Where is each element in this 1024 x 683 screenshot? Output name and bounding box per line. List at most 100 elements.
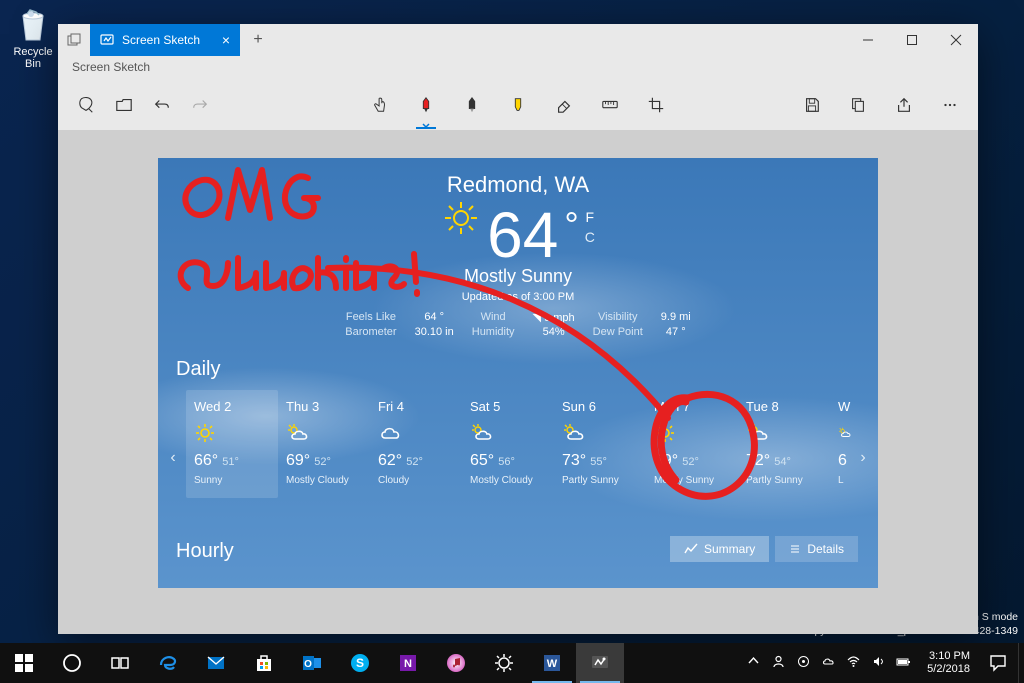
daily-card[interactable]: Tue 872°54°Partly Sunny	[738, 390, 830, 498]
day-desc: Mostly Cloudy	[470, 474, 546, 488]
day-desc: Partly Sunny	[562, 474, 638, 488]
canvas-area[interactable]: Redmond, WA 64° FC Mostly Sunny Updated …	[58, 130, 978, 634]
itunes-taskbar-icon[interactable]	[432, 643, 480, 683]
app-tab-label: Screen Sketch	[122, 33, 200, 47]
day-temps: 69°52°	[654, 450, 730, 472]
people-icon[interactable]	[771, 654, 786, 672]
wifi-tray-icon[interactable]	[846, 654, 861, 672]
ballpoint-pen-button[interactable]	[408, 87, 444, 123]
day-name: Sat 5	[470, 398, 546, 416]
titlebar: Screen Sketch × +	[58, 24, 978, 56]
svg-text:N: N	[404, 658, 412, 670]
day-temps: 69°52°	[286, 450, 362, 472]
share-button[interactable]	[886, 87, 922, 123]
unit-f[interactable]: F	[585, 208, 595, 228]
new-snip-button[interactable]	[68, 87, 104, 123]
details-toggle[interactable]: Details	[775, 536, 858, 562]
day-name: Fri 4	[378, 398, 454, 416]
recycle-bin[interactable]: Recycle Bin	[8, 4, 58, 70]
day-desc: Mostly Sunny	[654, 474, 730, 488]
more-button[interactable]	[932, 87, 968, 123]
daily-card[interactable]: Sat 565°56°Mostly Cloudy	[462, 390, 554, 498]
day-desc: Partly Sunny	[746, 474, 822, 488]
stats-grid: Feels Like64 ° Wind◥ 9 mph Visibility9.9…	[345, 311, 691, 338]
weather-icon	[562, 422, 638, 444]
day-desc: Cloudy	[378, 474, 454, 488]
recycle-bin-label: Recycle Bin	[8, 46, 58, 70]
weather-icon	[654, 422, 730, 444]
updated-text: Updated as of 3:00 PM	[158, 291, 878, 303]
sun-icon	[441, 198, 481, 238]
screen-sketch-taskbar-icon[interactable]	[576, 643, 624, 683]
copy-button[interactable]	[840, 87, 876, 123]
task-view-button[interactable]	[96, 643, 144, 683]
outlook-taskbar-icon[interactable]: O	[288, 643, 336, 683]
weather-taskbar-icon[interactable]	[480, 643, 528, 683]
undo-button[interactable]	[144, 87, 180, 123]
breadcrumb: Screen Sketch	[58, 56, 978, 80]
location-text: Redmond, WA	[158, 172, 878, 198]
taskbar-clock[interactable]: 3:10 PM 5/2/2018	[919, 650, 978, 675]
open-button[interactable]	[106, 87, 142, 123]
daily-card-partial[interactable]: W6L	[830, 390, 860, 498]
highlighter-button[interactable]	[500, 87, 536, 123]
redo-button[interactable]	[182, 87, 218, 123]
touch-writing-button[interactable]	[362, 87, 398, 123]
eraser-button[interactable]	[546, 87, 582, 123]
onedrive-tray-icon[interactable]	[821, 654, 836, 672]
daily-card[interactable]: Fri 4 62°52° Cloudy	[370, 390, 462, 498]
maximize-button[interactable]	[890, 24, 934, 56]
weather-icon	[470, 422, 546, 444]
skype-taskbar-icon[interactable]: S	[336, 643, 384, 683]
show-desktop-button[interactable]	[1018, 643, 1024, 683]
day-temps: 66°51°	[194, 450, 270, 472]
weather-icon	[746, 422, 822, 444]
condition-text: Mostly Sunny	[158, 266, 878, 287]
sets-shell-icon[interactable]	[58, 24, 90, 56]
new-tab-button[interactable]: +	[240, 24, 276, 56]
weather-icon	[286, 422, 362, 444]
svg-text:O: O	[304, 659, 312, 670]
crop-button[interactable]	[638, 87, 674, 123]
start-button[interactable]	[0, 643, 48, 683]
day-desc: Sunny	[194, 474, 270, 488]
save-button[interactable]	[794, 87, 830, 123]
svg-text:S: S	[356, 656, 364, 670]
word-taskbar-icon[interactable]: W	[528, 643, 576, 683]
volume-tray-icon[interactable]	[871, 654, 886, 672]
ruler-button[interactable]	[592, 87, 628, 123]
daily-header: Daily	[176, 358, 220, 381]
minimize-button[interactable]	[846, 24, 890, 56]
action-center-button[interactable]	[978, 643, 1018, 683]
app-tab[interactable]: Screen Sketch ×	[90, 24, 240, 56]
summary-toggle[interactable]: Summary	[670, 536, 769, 562]
close-window-button[interactable]	[934, 24, 978, 56]
store-taskbar-icon[interactable]	[240, 643, 288, 683]
hourly-header: Hourly	[176, 540, 234, 563]
system-tray[interactable]	[738, 654, 919, 672]
close-tab-icon[interactable]: ×	[222, 32, 230, 48]
location-tray-icon[interactable]	[796, 654, 811, 672]
mail-taskbar-icon[interactable]	[192, 643, 240, 683]
day-desc: Mostly Cloudy	[286, 474, 362, 488]
daily-card[interactable]: Sun 673°55°Partly Sunny	[554, 390, 646, 498]
battery-tray-icon[interactable]	[896, 654, 911, 672]
pencil-button[interactable]	[454, 87, 490, 123]
onenote-taskbar-icon[interactable]: N	[384, 643, 432, 683]
daily-card[interactable]: Mon 7 69°52° Mostly Sunny	[646, 390, 738, 498]
day-name: Thu 3	[286, 398, 362, 416]
day-name: Wed 2	[194, 398, 270, 416]
daily-card[interactable]: Wed 2 66°51° Sunny	[186, 390, 278, 498]
unit-c[interactable]: C	[585, 228, 595, 248]
weather-icon	[378, 422, 454, 444]
day-temps: 62°52°	[378, 450, 454, 472]
recycle-bin-icon	[13, 4, 53, 44]
tray-chevron-icon[interactable]	[746, 654, 761, 672]
daily-forecast-row: Wed 2 66°51° Sunny Thu 3 69°52° Mostly Cloudy…	[158, 390, 878, 498]
day-name: Mon 7	[654, 398, 730, 416]
svg-text:W: W	[547, 658, 558, 670]
cortana-button[interactable]	[48, 643, 96, 683]
edge-taskbar-icon[interactable]	[144, 643, 192, 683]
daily-card[interactable]: Thu 3 69°52° Mostly Cloudy	[278, 390, 370, 498]
screen-sketch-window: Screen Sketch × + Screen Sketch	[58, 24, 978, 634]
